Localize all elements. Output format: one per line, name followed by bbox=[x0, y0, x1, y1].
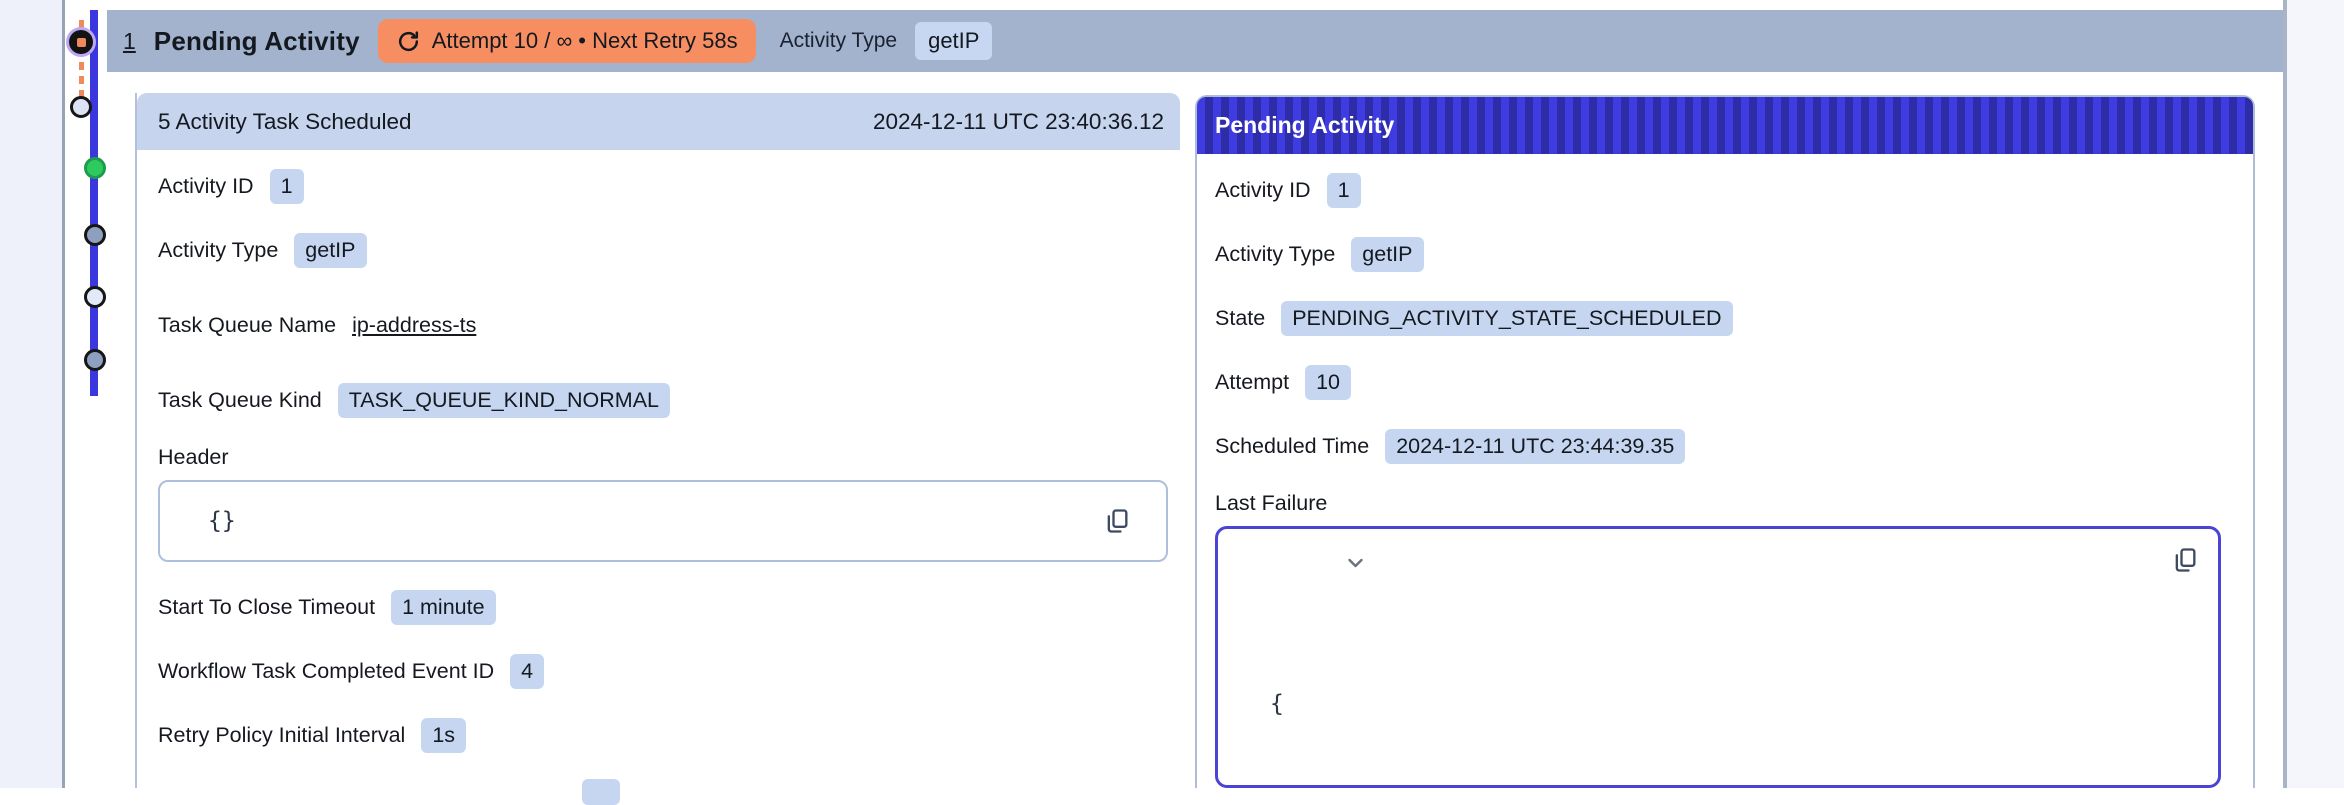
field-row-scheduled-time: Scheduled Time 2024-12-11 UTC 23:44:39.3… bbox=[1215, 427, 2235, 465]
field-value-badge: 10 bbox=[1305, 364, 1352, 400]
pending-activity-header: Pending Activity bbox=[1197, 97, 2253, 154]
field-row-activity-type: Activity Type getIP bbox=[1215, 235, 2235, 273]
page-right-margin bbox=[2287, 0, 2344, 788]
code-text: { bbox=[1270, 691, 1284, 717]
last-failure-code-box: { "message": "fetch failed", "source": "… bbox=[1215, 526, 2221, 788]
field-label: Activity Type bbox=[158, 237, 279, 262]
copy-icon[interactable] bbox=[2168, 543, 2202, 577]
field-value-badge: 1 bbox=[269, 168, 304, 204]
activity-type-badge: getIP bbox=[915, 22, 993, 60]
event-summary-bar: 1 Pending Activity Attempt 10 / ∞ • Next… bbox=[107, 10, 2283, 72]
field-row-task-queue-kind: Task Queue Kind TASK_QUEUE_KIND_NORMAL bbox=[158, 381, 1168, 419]
retry-status-text: Attempt 10 / ∞ • Next Retry 58s bbox=[431, 28, 738, 53]
clipped-next-field-badge bbox=[582, 779, 620, 805]
header-code-text: {} bbox=[208, 508, 236, 534]
field-label: State bbox=[1215, 305, 1266, 330]
timeline-dot-light[interactable] bbox=[84, 286, 106, 308]
event-id-link[interactable]: 1 bbox=[123, 28, 136, 55]
field-row-attempt: Attempt 10 bbox=[1215, 363, 2235, 401]
right-panel-divider bbox=[2283, 0, 2287, 788]
field-value-badge: PENDING_ACTIVITY_STATE_SCHEDULED bbox=[1281, 300, 1733, 336]
field-row-start-to-close: Start To Close Timeout 1 minute bbox=[158, 588, 1168, 626]
field-label: Attempt bbox=[1215, 369, 1290, 394]
header-section-label: Header bbox=[158, 445, 229, 469]
retry-status-pill: Attempt 10 / ∞ • Next Retry 58s bbox=[377, 19, 756, 63]
timeline-dot-gray[interactable] bbox=[84, 224, 106, 246]
current-event-marker-ring bbox=[69, 30, 93, 54]
code-line: { bbox=[1270, 687, 2198, 722]
event-panel-header[interactable]: 5 Activity Task Scheduled 2024-12-11 UTC… bbox=[137, 93, 1180, 150]
event-panel-timestamp: 2024-12-11 UTC 23:40:36.12 bbox=[872, 108, 1164, 134]
field-row-wft-completed-id: Workflow Task Completed Event ID 4 bbox=[158, 652, 1168, 690]
field-label: Activity ID bbox=[1215, 177, 1311, 202]
field-value-badge: 2024-12-11 UTC 23:44:39.35 bbox=[1385, 428, 1686, 464]
timeline-dot-gray[interactable] bbox=[84, 349, 106, 371]
activity-type-label: Activity Type bbox=[779, 29, 898, 52]
field-label: Task Queue Name bbox=[158, 312, 337, 337]
current-event-marker-center bbox=[76, 37, 86, 47]
field-label: Workflow Task Completed Event ID bbox=[158, 658, 495, 683]
field-label: Scheduled Time bbox=[1215, 433, 1370, 458]
pending-activity-title: Pending Activity bbox=[1215, 112, 1395, 138]
task-queue-link[interactable]: ip-address-ts bbox=[352, 313, 476, 338]
field-row-activity-id: Activity ID 1 bbox=[158, 167, 1168, 205]
field-label: Retry Policy Initial Interval bbox=[158, 722, 406, 747]
field-value-badge: 4 bbox=[510, 653, 545, 689]
field-value-badge: TASK_QUEUE_KIND_NORMAL bbox=[337, 382, 670, 418]
event-title: Pending Activity bbox=[153, 25, 360, 56]
field-row-state: State PENDING_ACTIVITY_STATE_SCHEDULED bbox=[1215, 299, 2235, 337]
field-value-badge: 1 minute bbox=[391, 589, 496, 625]
field-label: Task Queue Kind bbox=[158, 387, 322, 412]
field-value-badge: 1s bbox=[421, 717, 467, 753]
timeline-dot-pending[interactable] bbox=[70, 96, 92, 118]
copy-icon[interactable] bbox=[1100, 504, 1134, 538]
field-row-retry-initial-interval: Retry Policy Initial Interval 1s bbox=[158, 716, 1168, 754]
field-label: Activity Type bbox=[1215, 241, 1336, 266]
field-value-badge: getIP bbox=[294, 232, 367, 268]
field-label: Activity ID bbox=[158, 173, 254, 198]
field-value-badge: 1 bbox=[1326, 172, 1361, 208]
activity-task-scheduled-panel: 5 Activity Task Scheduled 2024-12-11 UTC… bbox=[135, 93, 1180, 788]
retry-icon bbox=[396, 29, 421, 54]
left-panel-divider bbox=[62, 0, 65, 788]
current-event-marker-icon[interactable] bbox=[66, 27, 96, 57]
timeline-line bbox=[90, 10, 98, 396]
field-row-activity-id: Activity ID 1 bbox=[1215, 171, 2235, 209]
header-code-box: {} bbox=[158, 480, 1168, 562]
field-row-task-queue-name: Task Queue Name ip-address-ts bbox=[158, 306, 1168, 344]
field-label: Start To Close Timeout bbox=[158, 594, 376, 619]
event-list-rail bbox=[0, 0, 62, 788]
field-value-badge: getIP bbox=[1351, 236, 1424, 272]
last-failure-label: Last Failure bbox=[1215, 491, 1328, 515]
chevron-down-icon[interactable] bbox=[1236, 557, 1364, 569]
field-row-activity-type: Activity Type getIP bbox=[158, 231, 1168, 269]
event-panel-title: 5 Activity Task Scheduled bbox=[158, 108, 412, 134]
timeline-dot-green[interactable] bbox=[84, 157, 106, 179]
pending-activity-panel: Pending Activity Activity ID 1 Activity … bbox=[1195, 95, 2255, 788]
